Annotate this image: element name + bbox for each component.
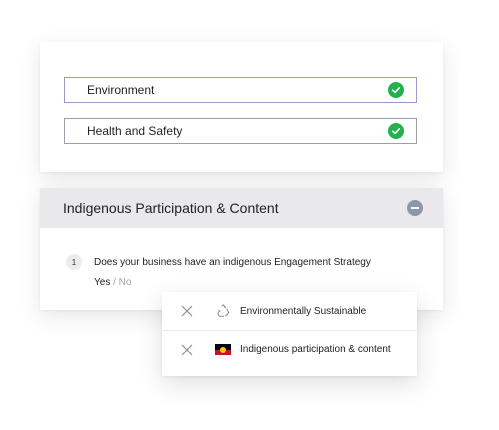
check-circle-icon <box>388 123 404 139</box>
section-title: Indigenous Participation & Content <box>63 200 279 216</box>
tag-label: Indigenous participation & content <box>240 344 391 355</box>
answer-yes[interactable]: Yes <box>94 277 110 288</box>
checklist-item-health-safety[interactable]: Health and Safety <box>64 118 417 144</box>
checklist-item-label: Environment <box>87 83 155 97</box>
checklist-item-label: Health and Safety <box>87 124 183 138</box>
close-icon[interactable] <box>181 344 193 356</box>
answer-no[interactable]: No <box>119 277 132 288</box>
close-icon[interactable] <box>181 305 193 317</box>
answer-toggle: Yes / No <box>94 277 131 288</box>
minus-circle-icon[interactable] <box>407 200 423 216</box>
check-circle-icon <box>388 82 404 98</box>
recycle-icon <box>215 304 231 318</box>
aboriginal-flag-icon <box>215 343 231 357</box>
tag-item-indigenous-participation: Indigenous participation & content <box>162 330 417 368</box>
answer-separator: / <box>113 277 116 288</box>
tag-label: Environmentally Sustainable <box>240 305 367 317</box>
selected-tags-card: Environmentally Sustainable Indigenous p… <box>162 292 417 376</box>
checklist-item-environment[interactable]: Environment <box>64 77 417 103</box>
category-checklist-card: Environment Health and Safety <box>40 42 443 172</box>
tag-item-environmentally-sustainable: Environmentally Sustainable <box>162 292 417 330</box>
question-number: 1 <box>66 254 82 270</box>
question: 1 Does your business have an indigenous … <box>66 254 371 270</box>
section-header[interactable]: Indigenous Participation & Content <box>40 188 443 228</box>
question-text: Does your business have an indigenous En… <box>94 256 371 268</box>
